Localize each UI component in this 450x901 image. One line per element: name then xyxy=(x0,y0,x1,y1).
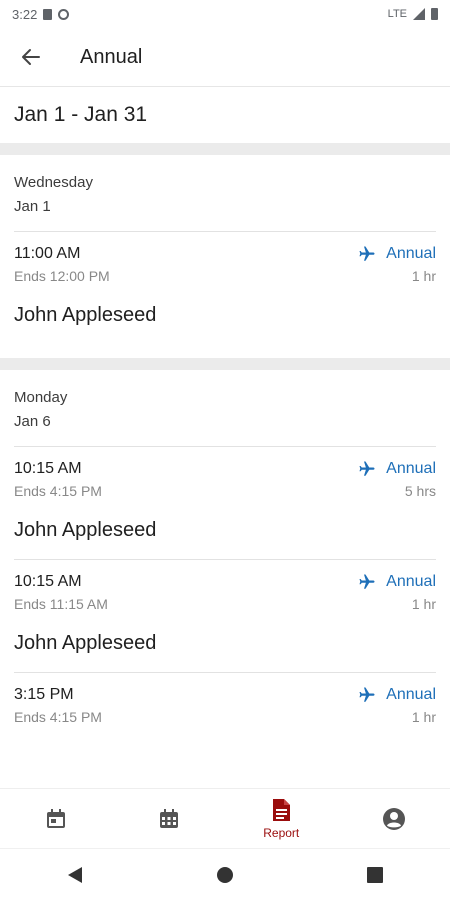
entry-start-time: 10:15 AM xyxy=(14,572,108,592)
entry-end-time: Ends 4:15 PM xyxy=(14,707,102,727)
report-icon xyxy=(270,798,292,822)
day-group: Monday Jan 6 10:15 AM Ends 4:15 PM Annua… xyxy=(0,370,450,743)
entry-duration: 5 hrs xyxy=(358,481,436,501)
back-button[interactable] xyxy=(14,40,48,74)
airplane-icon xyxy=(358,686,376,704)
leave-entry[interactable]: 3:15 PM Ends 4:15 PM Annual 1 hr xyxy=(14,673,436,743)
calendar-day-icon xyxy=(44,807,68,831)
entry-duration: 1 hr xyxy=(358,707,436,727)
status-left: 3:22 xyxy=(12,7,69,22)
day-weekday: Wednesday xyxy=(14,171,436,195)
section-divider xyxy=(0,358,450,370)
leave-entry[interactable]: 10:15 AM Ends 4:15 PM Annual 5 hrs John … xyxy=(14,447,436,560)
airplane-icon xyxy=(358,573,376,591)
calendar-month-icon xyxy=(157,807,181,831)
airplane-icon xyxy=(358,245,376,263)
sim-card-icon xyxy=(43,9,52,20)
system-recents-button[interactable] xyxy=(355,855,395,895)
entry-leave-type: Annual xyxy=(386,244,436,264)
arrow-left-icon xyxy=(21,47,41,67)
circle-home-icon xyxy=(216,866,234,884)
entry-person-name: John Appleseed xyxy=(14,517,436,543)
entry-start-time: 11:00 AM xyxy=(14,244,110,264)
nav-item-month[interactable] xyxy=(113,789,226,849)
entry-end-time: Ends 11:15 AM xyxy=(14,594,108,614)
day-header: Monday Jan 6 xyxy=(14,370,436,447)
battery-icon xyxy=(431,8,438,20)
day-weekday: Monday xyxy=(14,386,436,410)
signal-icon xyxy=(413,8,425,20)
status-bar: 3:22 LTE xyxy=(0,0,450,28)
bottom-nav: Report xyxy=(0,788,450,849)
day-date: Jan 6 xyxy=(14,410,436,434)
nav-item-account[interactable] xyxy=(338,789,450,849)
entry-start-time: 10:15 AM xyxy=(14,459,102,479)
entry-duration: 1 hr xyxy=(358,266,436,286)
date-range[interactable]: Jan 1 - Jan 31 xyxy=(0,87,450,143)
entry-person-name: John Appleseed xyxy=(14,630,436,656)
app-bar: Annual xyxy=(0,28,450,87)
network-type: LTE xyxy=(388,8,407,20)
account-icon xyxy=(382,807,406,831)
airplane-icon xyxy=(358,460,376,478)
leave-entry[interactable]: 10:15 AM Ends 11:15 AM Annual 1 hr John … xyxy=(14,560,436,673)
entry-end-time: Ends 4:15 PM xyxy=(14,481,102,501)
system-home-button[interactable] xyxy=(205,855,245,895)
entry-end-time: Ends 12:00 PM xyxy=(14,266,110,286)
entry-start-time: 3:15 PM xyxy=(14,685,102,705)
system-nav-bar xyxy=(0,848,450,901)
day-header: Wednesday Jan 1 xyxy=(14,155,436,232)
system-back-button[interactable] xyxy=(55,855,95,895)
nav-item-report[interactable]: Report xyxy=(225,789,338,849)
status-time: 3:22 xyxy=(12,7,37,22)
page-title: Annual xyxy=(80,46,142,69)
sync-icon xyxy=(58,9,69,20)
entry-leave-type: Annual xyxy=(386,572,436,592)
status-right: LTE xyxy=(388,8,438,20)
entry-leave-type: Annual xyxy=(386,685,436,705)
nav-item-day[interactable] xyxy=(0,789,113,849)
entry-duration: 1 hr xyxy=(358,594,436,614)
triangle-back-icon xyxy=(67,866,83,884)
section-divider xyxy=(0,143,450,155)
entry-person-name: John Appleseed xyxy=(14,302,436,328)
square-recents-icon xyxy=(367,867,383,883)
leave-entry[interactable]: 11:00 AM Ends 12:00 PM Annual 1 hr John … xyxy=(14,232,436,358)
nav-label-report: Report xyxy=(263,826,299,840)
day-group: Wednesday Jan 1 11:00 AM Ends 12:00 PM A… xyxy=(0,155,450,358)
day-date: Jan 1 xyxy=(14,195,436,219)
entry-leave-type: Annual xyxy=(386,459,436,479)
